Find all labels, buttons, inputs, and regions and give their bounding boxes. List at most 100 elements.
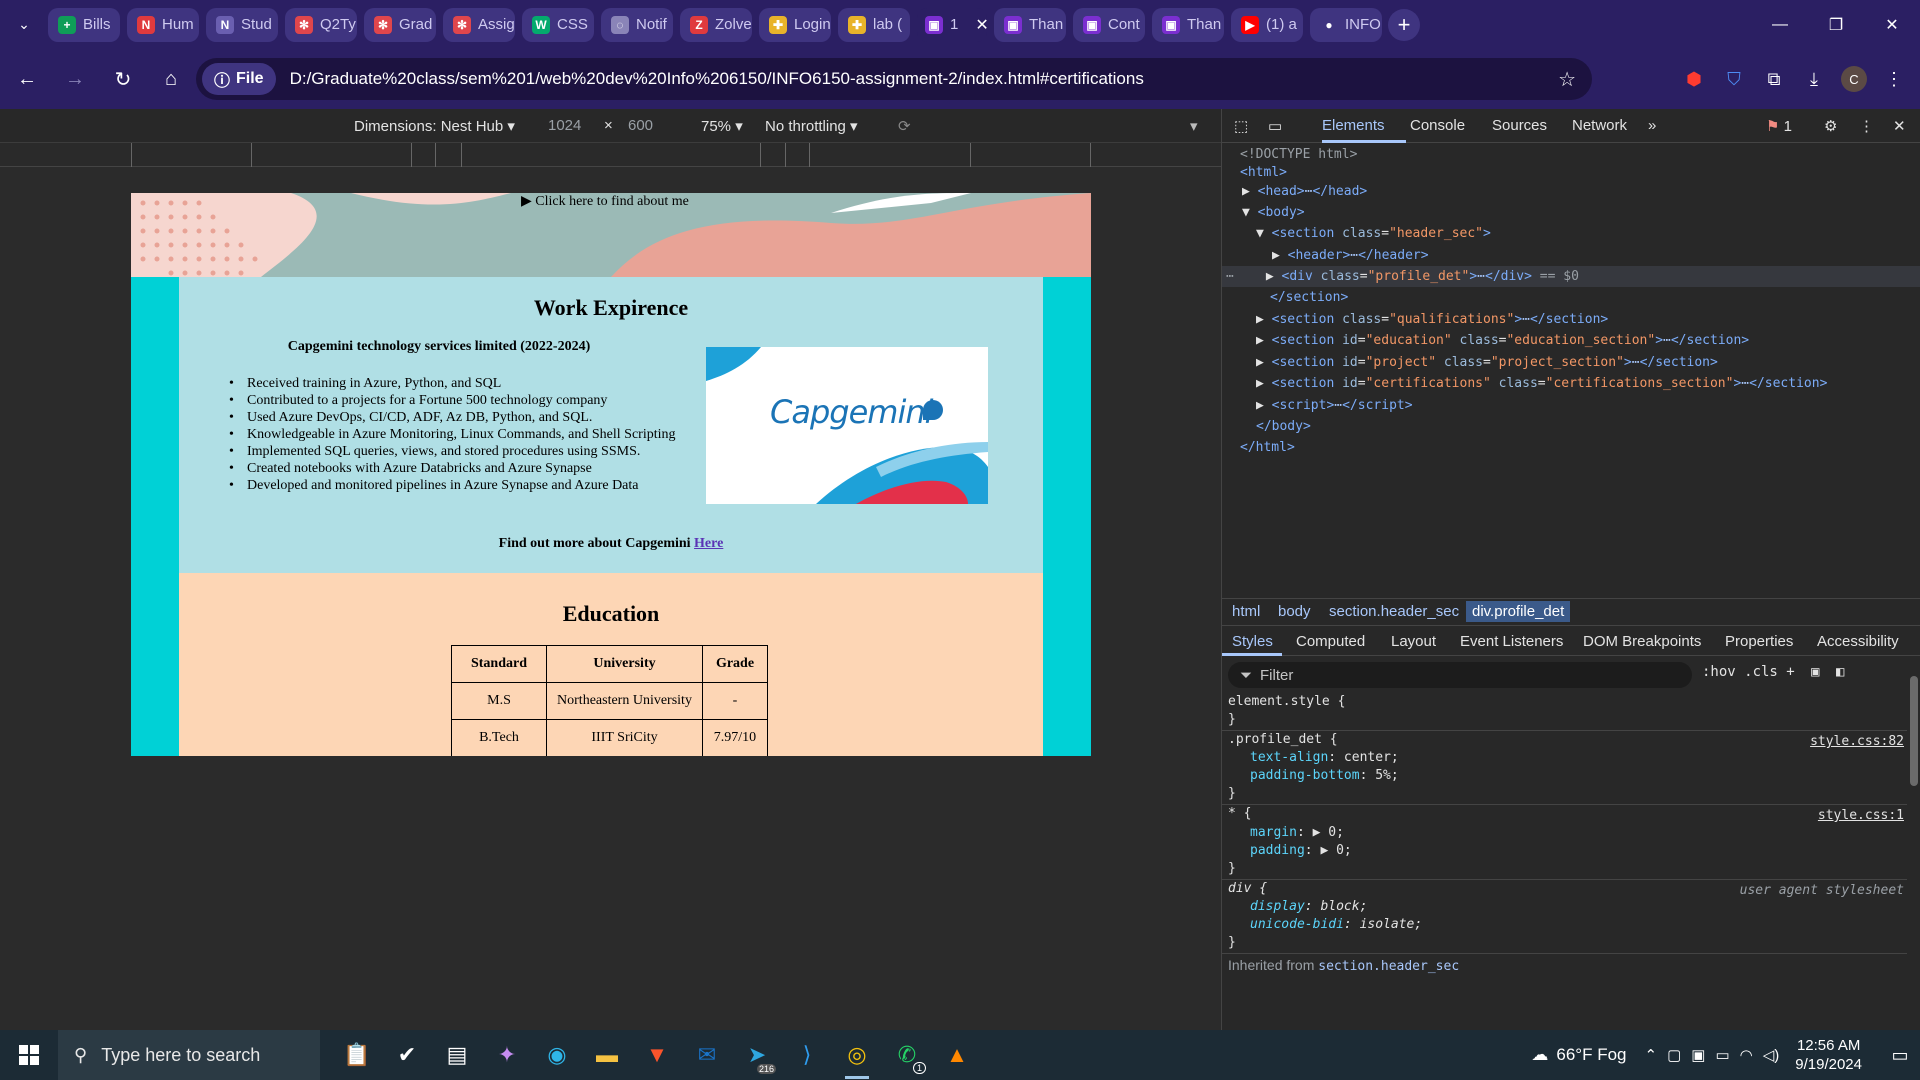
reload-button[interactable]: ↻	[102, 58, 144, 100]
breadcrumb-section[interactable]: section.header_sec	[1329, 603, 1459, 620]
close-window-button[interactable]: ✕	[1864, 0, 1920, 49]
tab-search-button[interactable]: ⌄	[0, 0, 48, 49]
forward-button[interactable]: →	[54, 58, 96, 100]
battery-icon[interactable]: ▭	[1715, 1046, 1729, 1064]
dom-header-sec-node[interactable]: ▼ <section class="header_sec">	[1256, 223, 1491, 244]
tab-console[interactable]: Console	[1410, 117, 1465, 134]
vscode-app-icon[interactable]: ⟩	[782, 1030, 832, 1080]
scroll-thumb[interactable]	[1910, 676, 1918, 786]
browser-tab[interactable]: ✻ Grad	[364, 7, 436, 42]
rule-margin[interactable]: margin: ▶ 0;	[1250, 824, 1344, 842]
issues-badge[interactable]: ⚑ 1	[1766, 117, 1792, 135]
start-button[interactable]	[0, 1030, 58, 1080]
browser-tab[interactable]: Z Zolve	[680, 7, 752, 42]
vlc-app-icon[interactable]: ▲	[932, 1030, 982, 1080]
extension-shield-icon[interactable]: ⛉	[1716, 61, 1752, 97]
notepad-app-icon[interactable]: 📋	[332, 1030, 382, 1080]
bookmark-star-icon[interactable]: ☆	[1558, 67, 1576, 92]
rule-display[interactable]: display: block;	[1250, 898, 1367, 916]
tab-event-listeners[interactable]: Event Listeners	[1460, 633, 1563, 650]
viewport-width-input[interactable]: 1024	[548, 117, 581, 134]
device-toggle-icon[interactable]: ▭	[1268, 117, 1282, 135]
browser-tab[interactable]: ▣ Cont	[1073, 7, 1145, 42]
weather-widget[interactable]: ☁ 66°F Fog	[1531, 1045, 1626, 1065]
toggle-sidebar-icon[interactable]: ◧	[1836, 664, 1844, 680]
more-tabs-icon[interactable]: »	[1648, 117, 1656, 134]
task-view-icon[interactable]: ▤	[432, 1030, 482, 1080]
rule-text-align[interactable]: text-align: center;	[1250, 749, 1399, 767]
dom-section-close[interactable]: </section>	[1270, 287, 1348, 308]
capgemini-link[interactable]: Here	[694, 536, 723, 551]
clock[interactable]: 12:56 AM 9/19/2024	[1795, 1036, 1862, 1074]
devtools-menu-icon[interactable]: ⋮	[1859, 117, 1874, 135]
tab-close-icon[interactable]: ✕	[975, 15, 987, 35]
browser-tab[interactable]: W CSS	[522, 7, 594, 42]
tab-computed[interactable]: Computed	[1296, 633, 1365, 650]
rotate-icon[interactable]: ⟳	[898, 117, 911, 135]
browser-tab[interactable]: ✚ Login	[759, 7, 831, 42]
browser-tab[interactable]: ▣ Than	[994, 7, 1066, 42]
browser-tab[interactable]: ● INFO	[1310, 7, 1382, 42]
dom-body-node[interactable]: ▼ <body>	[1242, 202, 1305, 223]
breadcrumb-html[interactable]: html	[1232, 603, 1260, 620]
tab-properties[interactable]: Properties	[1725, 633, 1793, 650]
zoom-dropdown[interactable]: 75% ▾	[701, 117, 743, 135]
close-devtools-icon[interactable]: ✕	[1893, 117, 1906, 135]
breadcrumb-div[interactable]: div.profile_det	[1466, 601, 1571, 622]
about-me-summary[interactable]: ▶ Click here to find about me	[521, 193, 689, 210]
dimensions-dropdown[interactable]: Dimensions: Nest Hub ▾	[354, 117, 515, 135]
viewport-height-input[interactable]: 600	[628, 117, 653, 134]
new-tab-button[interactable]: +	[1388, 8, 1420, 41]
telegram-app-icon[interactable]: ➤ 216	[732, 1030, 782, 1080]
todo-app-icon[interactable]: ✔	[382, 1030, 432, 1080]
brave-app-icon[interactable]: ▼	[632, 1030, 682, 1080]
dom-row-menu-icon[interactable]: ⋯	[1226, 269, 1234, 284]
device-toolbar-menu-icon[interactable]: ▾	[1190, 117, 1198, 135]
tab-accessibility[interactable]: Accessibility	[1817, 633, 1899, 650]
rule-unicode-bidi[interactable]: unicode-bidi: isolate;	[1250, 916, 1422, 934]
tab-dom-breakpoints[interactable]: DOM Breakpoints	[1583, 633, 1701, 650]
rule-element-style[interactable]: element.style {	[1228, 693, 1345, 711]
chrome-app-icon[interactable]: ◎	[832, 1030, 882, 1080]
notifications-icon[interactable]: ▭	[1880, 1030, 1920, 1080]
rule-div-selector[interactable]: div {	[1228, 880, 1267, 898]
file-explorer-icon[interactable]: ▬	[582, 1030, 632, 1080]
inspect-element-icon[interactable]: ⬚	[1234, 117, 1248, 135]
dom-selected-profile-det-node[interactable]: ⋯ ▶ <div class="profile_det">⋯</div> == $…	[1222, 266, 1920, 287]
back-button[interactable]: ←	[6, 58, 48, 100]
dom-certifications-node[interactable]: ▶ <section id="certifications" class="ce…	[1256, 373, 1827, 394]
copilot-app-icon[interactable]: ✦	[482, 1030, 532, 1080]
address-bar[interactable]: ⓘ File D:/Graduate%20class/sem%201/web%2…	[196, 58, 1592, 100]
browser-tab[interactable]: N Stud	[206, 7, 278, 42]
rule-padding[interactable]: padding: ▶ 0;	[1250, 842, 1352, 860]
site-info-chip[interactable]: ⓘ File	[202, 63, 276, 95]
inherited-selector-link[interactable]: section.header_sec	[1318, 959, 1459, 974]
home-button[interactable]: ⌂	[150, 58, 192, 100]
restore-button[interactable]: ❐	[1808, 0, 1864, 49]
outlook-app-icon[interactable]: ✉	[682, 1030, 732, 1080]
browser-tab[interactable]: ◌ Notif	[601, 7, 673, 42]
browser-tab[interactable]: ▣ 1 ✕	[917, 7, 987, 42]
extensions-puzzle-icon[interactable]: ⧉	[1756, 61, 1792, 97]
profile-avatar[interactable]: C	[1836, 61, 1872, 97]
rule-universal-selector[interactable]: * {	[1228, 805, 1251, 823]
dom-head-node[interactable]: ▶ <head>⋯</head>	[1242, 181, 1367, 202]
styles-filter-input[interactable]: ⏷ Filter	[1228, 662, 1692, 688]
dom-html-close[interactable]: </html>	[1240, 437, 1295, 458]
computed-sidebar-icon[interactable]: ▣	[1811, 664, 1819, 680]
browser-tab[interactable]: ✻ Assig	[443, 7, 515, 42]
url-text[interactable]: D:/Graduate%20class/sem%201/web%20dev%20…	[290, 69, 1144, 89]
breadcrumb-body[interactable]: body	[1278, 603, 1311, 620]
dom-project-node[interactable]: ▶ <section id="project" class="project_s…	[1256, 352, 1718, 373]
tab-styles[interactable]: Styles	[1232, 633, 1273, 650]
tab-elements[interactable]: Elements	[1322, 117, 1385, 134]
dom-education-node[interactable]: ▶ <section id="education" class="educati…	[1256, 330, 1749, 351]
rule-profile-det-selector[interactable]: .profile_det {	[1228, 731, 1338, 749]
rule-universal-source-link[interactable]: style.css:1	[1818, 807, 1904, 825]
throttling-dropdown[interactable]: No throttling ▾	[765, 117, 858, 135]
meet-now-icon[interactable]: ▢	[1667, 1046, 1681, 1064]
browser-menu-icon[interactable]: ⋮	[1876, 61, 1912, 97]
taskbar-search[interactable]: ⚲ Type here to search	[58, 1030, 320, 1080]
edge-app-icon[interactable]: ◉	[532, 1030, 582, 1080]
settings-gear-icon[interactable]: ⚙	[1824, 117, 1837, 135]
